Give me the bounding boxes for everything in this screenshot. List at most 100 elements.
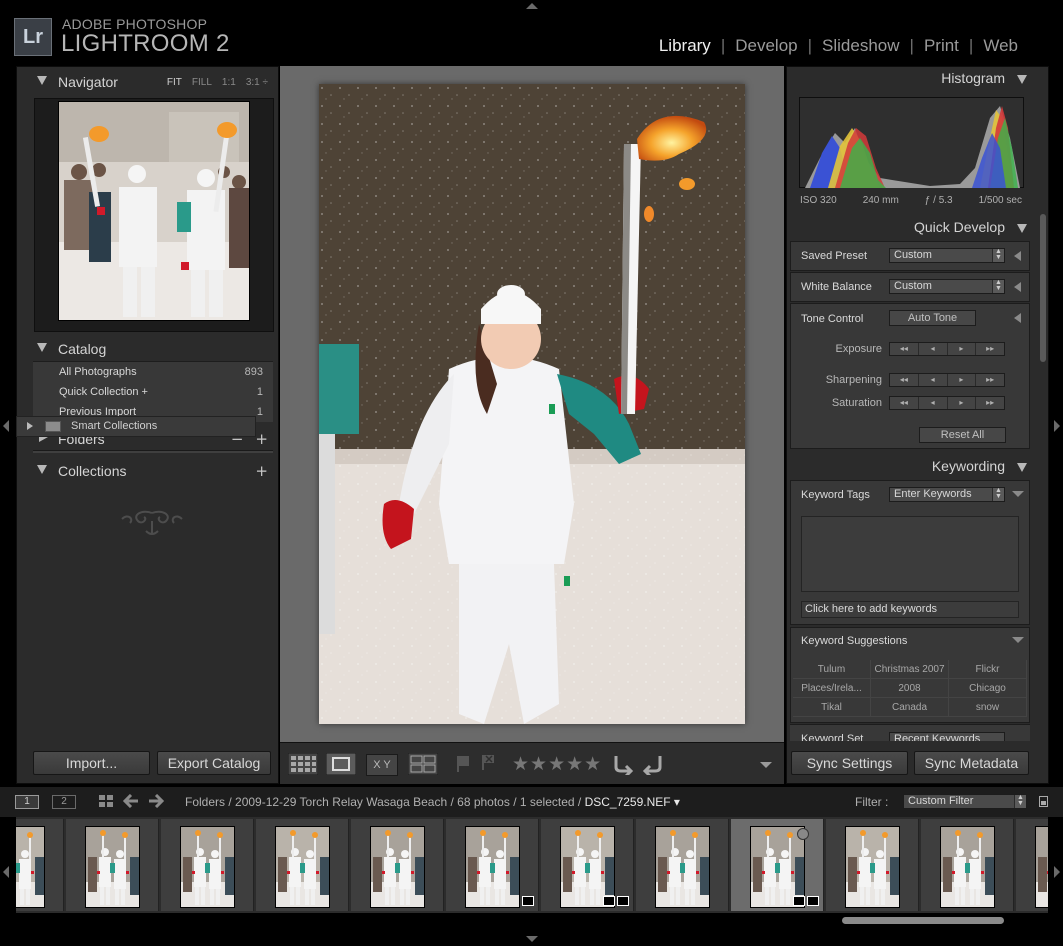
filmstrip-thumbnail[interactable] [85, 826, 140, 908]
step-down-button[interactable]: ◂ [919, 343, 948, 355]
rotate-left-icon[interactable] [612, 753, 634, 775]
filmstrip-thumbnail[interactable] [16, 826, 45, 908]
filmstrip-cell[interactable] [256, 819, 349, 911]
filmstrip-thumbnail[interactable] [845, 826, 900, 908]
module-develop[interactable]: Develop [725, 36, 807, 56]
flag-pick-icon[interactable] [456, 755, 470, 773]
toolbar-content-menu-icon[interactable] [760, 762, 772, 768]
step-up-button[interactable]: ▸ [948, 343, 977, 355]
filmstrip-thumbnail[interactable] [180, 826, 235, 908]
loupe-photo[interactable] [319, 84, 745, 724]
loupe-view-icon[interactable] [326, 753, 356, 775]
filmstrip-thumbnail[interactable] [655, 826, 710, 908]
export-catalog-button[interactable]: Export Catalog [157, 751, 271, 775]
rotate-right-icon[interactable] [642, 753, 664, 775]
keyword-suggestion[interactable]: Flickr [949, 660, 1027, 679]
secondary-window-button[interactable]: 2 [52, 795, 76, 809]
catalog-header[interactable]: Catalog [17, 337, 278, 361]
expand-arrow-icon[interactable] [27, 422, 33, 430]
keyword-suggestion[interactable]: Tikal [793, 698, 871, 717]
keyword-suggestion[interactable]: Canada [871, 698, 949, 717]
catalog-item-all-photographs[interactable]: All Photographs 893 [33, 362, 273, 382]
keywording-title[interactable]: Keywording [932, 458, 1005, 474]
filmstrip-thumbnail[interactable] [275, 826, 330, 908]
keyword-suggestion[interactable]: Chicago [949, 679, 1027, 698]
catalog-item-quick-collection[interactable]: Quick Collection + 1 [33, 382, 273, 402]
step-down-button[interactable]: ◂ [919, 374, 948, 386]
keyword-set-select[interactable]: Recent Keywords [889, 732, 1005, 741]
disclosure-arrow-icon[interactable] [1012, 491, 1024, 497]
filter-select[interactable]: Custom Filter ▲ ▼ [903, 794, 1027, 809]
current-filename[interactable]: DSC_7259.NEF ▾ [585, 795, 680, 809]
filmstrip-thumbnail[interactable] [940, 826, 995, 908]
step-large-up-button[interactable]: ▸▸ [976, 343, 1004, 355]
filmstrip-cell[interactable] [921, 819, 1014, 911]
module-slideshow[interactable]: Slideshow [812, 36, 910, 56]
sync-metadata-button[interactable]: Sync Metadata [914, 751, 1029, 775]
keyword-suggestion[interactable]: 2008 [871, 679, 949, 698]
keyword-tags-textarea[interactable] [801, 516, 1019, 592]
primary-window-button[interactable]: 1 [15, 795, 39, 809]
flag-reject-icon[interactable] [480, 753, 496, 771]
step-large-up-button[interactable]: ▸▸ [976, 374, 1004, 386]
right-panel-scrollbar[interactable] [1040, 214, 1046, 362]
add-keywords-field[interactable]: Click here to add keywords [801, 601, 1019, 618]
keyword-suggestion[interactable]: Places/Irela... [793, 679, 871, 698]
zoom-fit[interactable]: FIT [167, 77, 182, 88]
step-large-down-button[interactable]: ◂◂ [890, 374, 919, 386]
forward-arrow-icon[interactable] [148, 794, 164, 808]
navigator-header[interactable]: Navigator FIT FILL 1:1 3:1 ÷ [17, 70, 278, 94]
zoom-1-1[interactable]: 1:1 [222, 77, 236, 88]
saved-preset-select[interactable]: Custom ▲ ▼ [889, 248, 1005, 263]
rating-stars[interactable]: ★★★★★ [512, 753, 602, 775]
back-arrow-icon[interactable] [123, 794, 139, 808]
import-button[interactable]: Import... [33, 751, 150, 775]
histogram-title[interactable]: Histogram [941, 70, 1005, 86]
zoom-fill[interactable]: FILL [192, 77, 212, 88]
filmstrip-source-breadcrumb[interactable]: Folders / 2009-12-29 Torch Relay Wasaga … [185, 795, 680, 809]
filmstrip-cell[interactable] [66, 819, 159, 911]
step-large-down-button[interactable]: ◂◂ [890, 343, 919, 355]
disclosure-arrow-icon[interactable] [1014, 282, 1021, 292]
reset-all-button[interactable]: Reset All [919, 427, 1006, 443]
filmstrip-left-toggle-icon[interactable] [3, 866, 9, 878]
quick-develop-title[interactable]: Quick Develop [914, 219, 1005, 235]
filmstrip-cell[interactable] [541, 819, 634, 911]
keyword-tags-select[interactable]: Enter Keywords ▲ ▼ [889, 487, 1005, 502]
add-folder-icon[interactable]: + [255, 430, 268, 448]
collapse-arrow-icon[interactable] [37, 76, 47, 85]
module-web[interactable]: Web [973, 36, 1028, 56]
filmstrip-cell[interactable] [16, 819, 64, 911]
filter-lock-icon[interactable] [1039, 796, 1048, 807]
left-panel-toggle-icon[interactable] [3, 420, 9, 432]
zoom-3-1[interactable]: 3:1 ÷ [246, 77, 268, 88]
disclosure-arrow-icon[interactable] [1014, 251, 1021, 261]
filmstrip-cell[interactable] [446, 819, 539, 911]
compare-view-button[interactable]: X Y [366, 754, 398, 776]
filmstrip-cell[interactable] [161, 819, 254, 911]
module-print[interactable]: Print [914, 36, 969, 56]
right-panel-toggle-icon[interactable] [1054, 420, 1060, 432]
collapse-arrow-icon[interactable] [1017, 75, 1027, 84]
filmstrip-cell[interactable] [351, 819, 444, 911]
step-up-button[interactable]: ▸ [948, 397, 977, 409]
filmstrip-thumbnail[interactable] [1035, 826, 1048, 908]
filmstrip-cell[interactable] [636, 819, 729, 911]
top-panel-toggle-icon[interactable] [526, 3, 538, 9]
collapse-arrow-icon[interactable] [37, 343, 47, 352]
step-large-up-button[interactable]: ▸▸ [976, 397, 1004, 409]
collapse-arrow-icon[interactable] [1012, 637, 1024, 643]
collections-header[interactable]: Collections + [17, 459, 278, 483]
auto-tone-button[interactable]: Auto Tone [889, 310, 976, 326]
filmstrip-cell[interactable] [826, 819, 919, 911]
white-balance-select[interactable]: Custom ▲ ▼ [889, 279, 1005, 294]
bottom-panel-toggle-icon[interactable] [526, 936, 538, 942]
quick-collection-marker-icon[interactable] [797, 828, 809, 840]
smart-collections-folder[interactable]: Smart Collections [16, 416, 256, 437]
filmstrip-right-toggle-icon[interactable] [1054, 866, 1060, 878]
disclosure-arrow-icon[interactable] [1014, 313, 1021, 323]
filmstrip-scrollbar[interactable] [842, 917, 1004, 924]
step-up-button[interactable]: ▸ [948, 374, 977, 386]
keyword-suggestion[interactable]: Tulum [793, 660, 871, 679]
step-large-down-button[interactable]: ◂◂ [890, 397, 919, 409]
